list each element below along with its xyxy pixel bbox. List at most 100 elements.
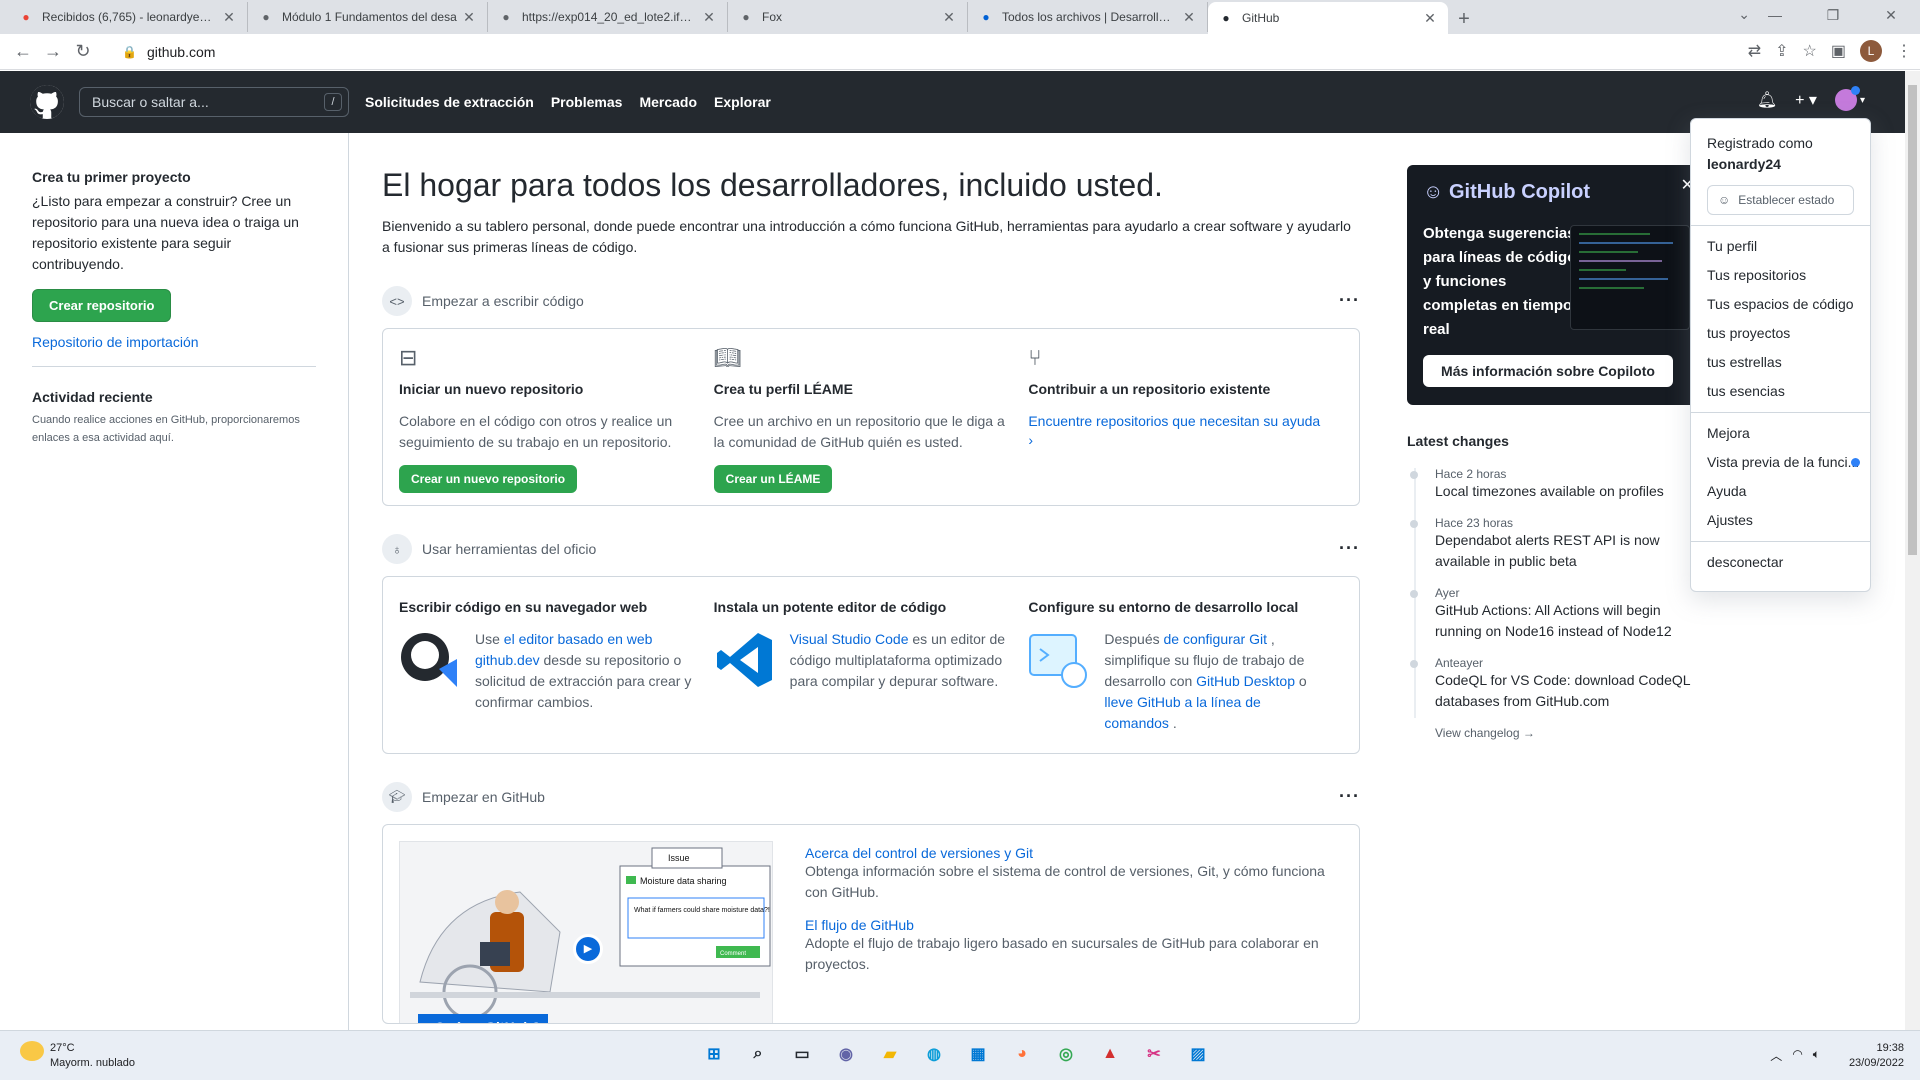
menu-item[interactable]: tus proyectos: [1691, 319, 1870, 348]
create-readme-button[interactable]: Crear un LÉAME: [713, 465, 833, 493]
browser-tab[interactable]: ● Fox ✕: [728, 2, 968, 32]
nav-link[interactable]: Mercado: [639, 94, 697, 110]
browser-tab[interactable]: ● Recibidos (6,765) - leonardyescal ✕: [8, 2, 248, 32]
card-title: Instala un potente editor de código: [713, 599, 947, 615]
teams-chat-icon[interactable]: ◉: [832, 1039, 860, 1069]
photos-icon[interactable]: ▨: [1184, 1039, 1212, 1069]
file-explorer-icon[interactable]: ▰: [876, 1039, 904, 1069]
menu-item[interactable]: Ayuda: [1691, 477, 1870, 506]
menu-item[interactable]: Ajustes: [1691, 506, 1870, 535]
nav-link[interactable]: Problemas: [551, 94, 623, 110]
changelog-item[interactable]: Ayer GitHub Actions: All Actions will beg…: [1407, 586, 1707, 642]
vscode-link[interactable]: Visual Studio Code: [790, 631, 909, 647]
create-new-plus-icon[interactable]: + ▾: [1795, 90, 1817, 110]
changelog-title[interactable]: CodeQL for VS Code: download CodeQL data…: [1435, 670, 1707, 712]
username[interactable]: leonardy24: [1707, 154, 1854, 175]
close-tab-icon[interactable]: ✕: [1181, 9, 1197, 26]
close-tab-icon[interactable]: ✕: [461, 9, 477, 26]
snipping-tool-icon[interactable]: ✂: [1140, 1039, 1168, 1069]
translate-icon[interactable]: ⇄: [1748, 41, 1761, 61]
github-flow-link[interactable]: El flujo de GitHub: [805, 917, 1343, 933]
browser-tab[interactable]: ● Todos los archivos | Desarrollado ✕: [968, 2, 1208, 32]
close-window-icon[interactable]: ✕: [1862, 0, 1920, 30]
menu-item[interactable]: Vista previa de la funci...: [1691, 448, 1870, 477]
show-hidden-icons[interactable]: ︿: [1770, 1047, 1782, 1064]
edge-icon[interactable]: ◍: [920, 1039, 948, 1069]
changelog-item[interactable]: Hace 23 horas Dependabot alerts REST API …: [1407, 516, 1707, 572]
github-logo-icon[interactable]: [30, 85, 64, 119]
wifi-icon[interactable]: ◠: [1792, 1047, 1802, 1064]
lock-icon[interactable]: 🔒: [122, 45, 137, 59]
changelog-title[interactable]: Local timezones available on profiles: [1435, 481, 1707, 502]
changelog-item[interactable]: Hace 2 horas Local timezones available on…: [1407, 467, 1707, 502]
copilot-learn-more-button[interactable]: Más información sobre Copiloto: [1423, 355, 1673, 387]
command-line-link[interactable]: lleve GitHub a la línea de comandos: [1104, 694, 1260, 731]
create-new-repository-button[interactable]: Crear un nuevo repositorio: [399, 465, 578, 493]
weather-widget[interactable]: 27°C Mayorm. nublado: [20, 1041, 135, 1071]
menu-item[interactable]: Tus repositorios: [1691, 261, 1870, 290]
close-tab-icon[interactable]: ✕: [701, 9, 717, 26]
menu-item[interactable]: Mejora: [1691, 419, 1870, 448]
find-repos-link[interactable]: Encuentre repositorios que necesitan su …: [1028, 413, 1320, 429]
more-options-icon[interactable]: ···: [1339, 290, 1360, 311]
volume-icon[interactable]: 🔈︎: [1813, 1047, 1820, 1064]
browser-tab[interactable]: ● Módulo 1 Fundamentos del desa ✕: [248, 2, 488, 32]
more-options-icon[interactable]: ···: [1339, 786, 1360, 807]
user-menu-button[interactable]: ▾: [1834, 86, 1865, 111]
github-search-input[interactable]: Buscar o saltar a... /: [79, 87, 349, 117]
menu-item[interactable]: tus esencias: [1691, 377, 1870, 406]
forward-icon[interactable]: →: [38, 41, 68, 62]
menu-item[interactable]: Tus espacios de código: [1691, 290, 1870, 319]
play-icon[interactable]: ▶: [573, 934, 603, 964]
url-field[interactable]: 🔒 github.com: [110, 38, 1690, 66]
create-repository-button[interactable]: Crear repositorio: [32, 289, 172, 322]
video-heading-text: Moisture data sharing: [640, 876, 727, 886]
text-fragment: Use: [475, 631, 504, 647]
changelog-item[interactable]: Anteayer CodeQL for VS Code: download Cod…: [1407, 656, 1707, 712]
chrome-icon[interactable]: ◎: [1052, 1039, 1080, 1069]
browser-tab[interactable]: ● GitHub ✕: [1208, 2, 1448, 34]
search-icon[interactable]: ⌕: [744, 1039, 772, 1069]
menu-item-sign-out[interactable]: desconectar: [1691, 548, 1870, 577]
new-tab-button[interactable]: +: [1448, 4, 1480, 34]
nav-link[interactable]: Solicitudes de extracción: [365, 94, 534, 110]
back-icon[interactable]: ←: [8, 41, 38, 62]
scrollbar-thumb[interactable]: [1908, 85, 1917, 555]
set-status-button[interactable]: ☺ Establecer estado: [1707, 185, 1854, 215]
menu-item[interactable]: tus estrellas: [1691, 348, 1870, 377]
menu-item[interactable]: Tu perfil: [1691, 232, 1870, 261]
acrobat-icon[interactable]: ▲: [1096, 1039, 1124, 1069]
chrome-menu-icon[interactable]: ⋮: [1896, 41, 1912, 61]
changelog-title[interactable]: Dependabot alerts REST API is now availa…: [1435, 530, 1707, 572]
notifications-bell-icon[interactable]: 🔔︎: [1757, 90, 1777, 110]
windows-start-icon[interactable]: ⊞: [700, 1039, 728, 1069]
bookmark-star-icon[interactable]: ☆: [1803, 41, 1817, 61]
configure-git-link[interactable]: de configurar Git: [1164, 631, 1268, 647]
chevron-right-icon[interactable]: ›: [1028, 432, 1327, 448]
nav-link[interactable]: Explorar: [714, 94, 771, 110]
minimize-icon[interactable]: —: [1746, 0, 1804, 30]
mortarboard-icon: 🎓︎: [382, 782, 412, 812]
task-view-icon[interactable]: ▭: [788, 1039, 816, 1069]
import-repository-link[interactable]: Repositorio de importación: [32, 334, 316, 350]
store-icon[interactable]: ▦: [964, 1039, 992, 1069]
restore-icon[interactable]: ❐: [1804, 0, 1862, 30]
browser-tab[interactable]: ● https://exp014_20_ed_lote2.iform ✕: [488, 2, 728, 32]
view-changelog-link[interactable]: View changelog →: [1407, 726, 1707, 740]
page-scrollbar[interactable]: [1905, 71, 1920, 1030]
system-clock[interactable]: 19:38 23/09/2022: [1849, 1041, 1904, 1071]
more-options-icon[interactable]: ···: [1339, 538, 1360, 559]
firefox-icon[interactable]: ◕: [1008, 1039, 1036, 1069]
close-tab-icon[interactable]: ✕: [1422, 10, 1438, 27]
profile-avatar[interactable]: L: [1860, 40, 1882, 62]
github-desktop-link[interactable]: GitHub Desktop: [1196, 673, 1295, 689]
close-tab-icon[interactable]: ✕: [941, 9, 957, 26]
reload-icon[interactable]: ↻: [68, 41, 98, 62]
section-label: Usar herramientas del oficio: [422, 541, 597, 557]
version-control-link[interactable]: Acerca del control de versiones y Git: [805, 845, 1343, 861]
share-icon[interactable]: ⇪: [1775, 41, 1788, 61]
close-tab-icon[interactable]: ✕: [221, 9, 237, 26]
side-panel-icon[interactable]: ▣: [1831, 41, 1846, 61]
changelog-title[interactable]: GitHub Actions: All Actions will begin r…: [1435, 600, 1707, 642]
what-is-github-video[interactable]: Moisture data sharing What if farmers co…: [399, 841, 773, 1023]
